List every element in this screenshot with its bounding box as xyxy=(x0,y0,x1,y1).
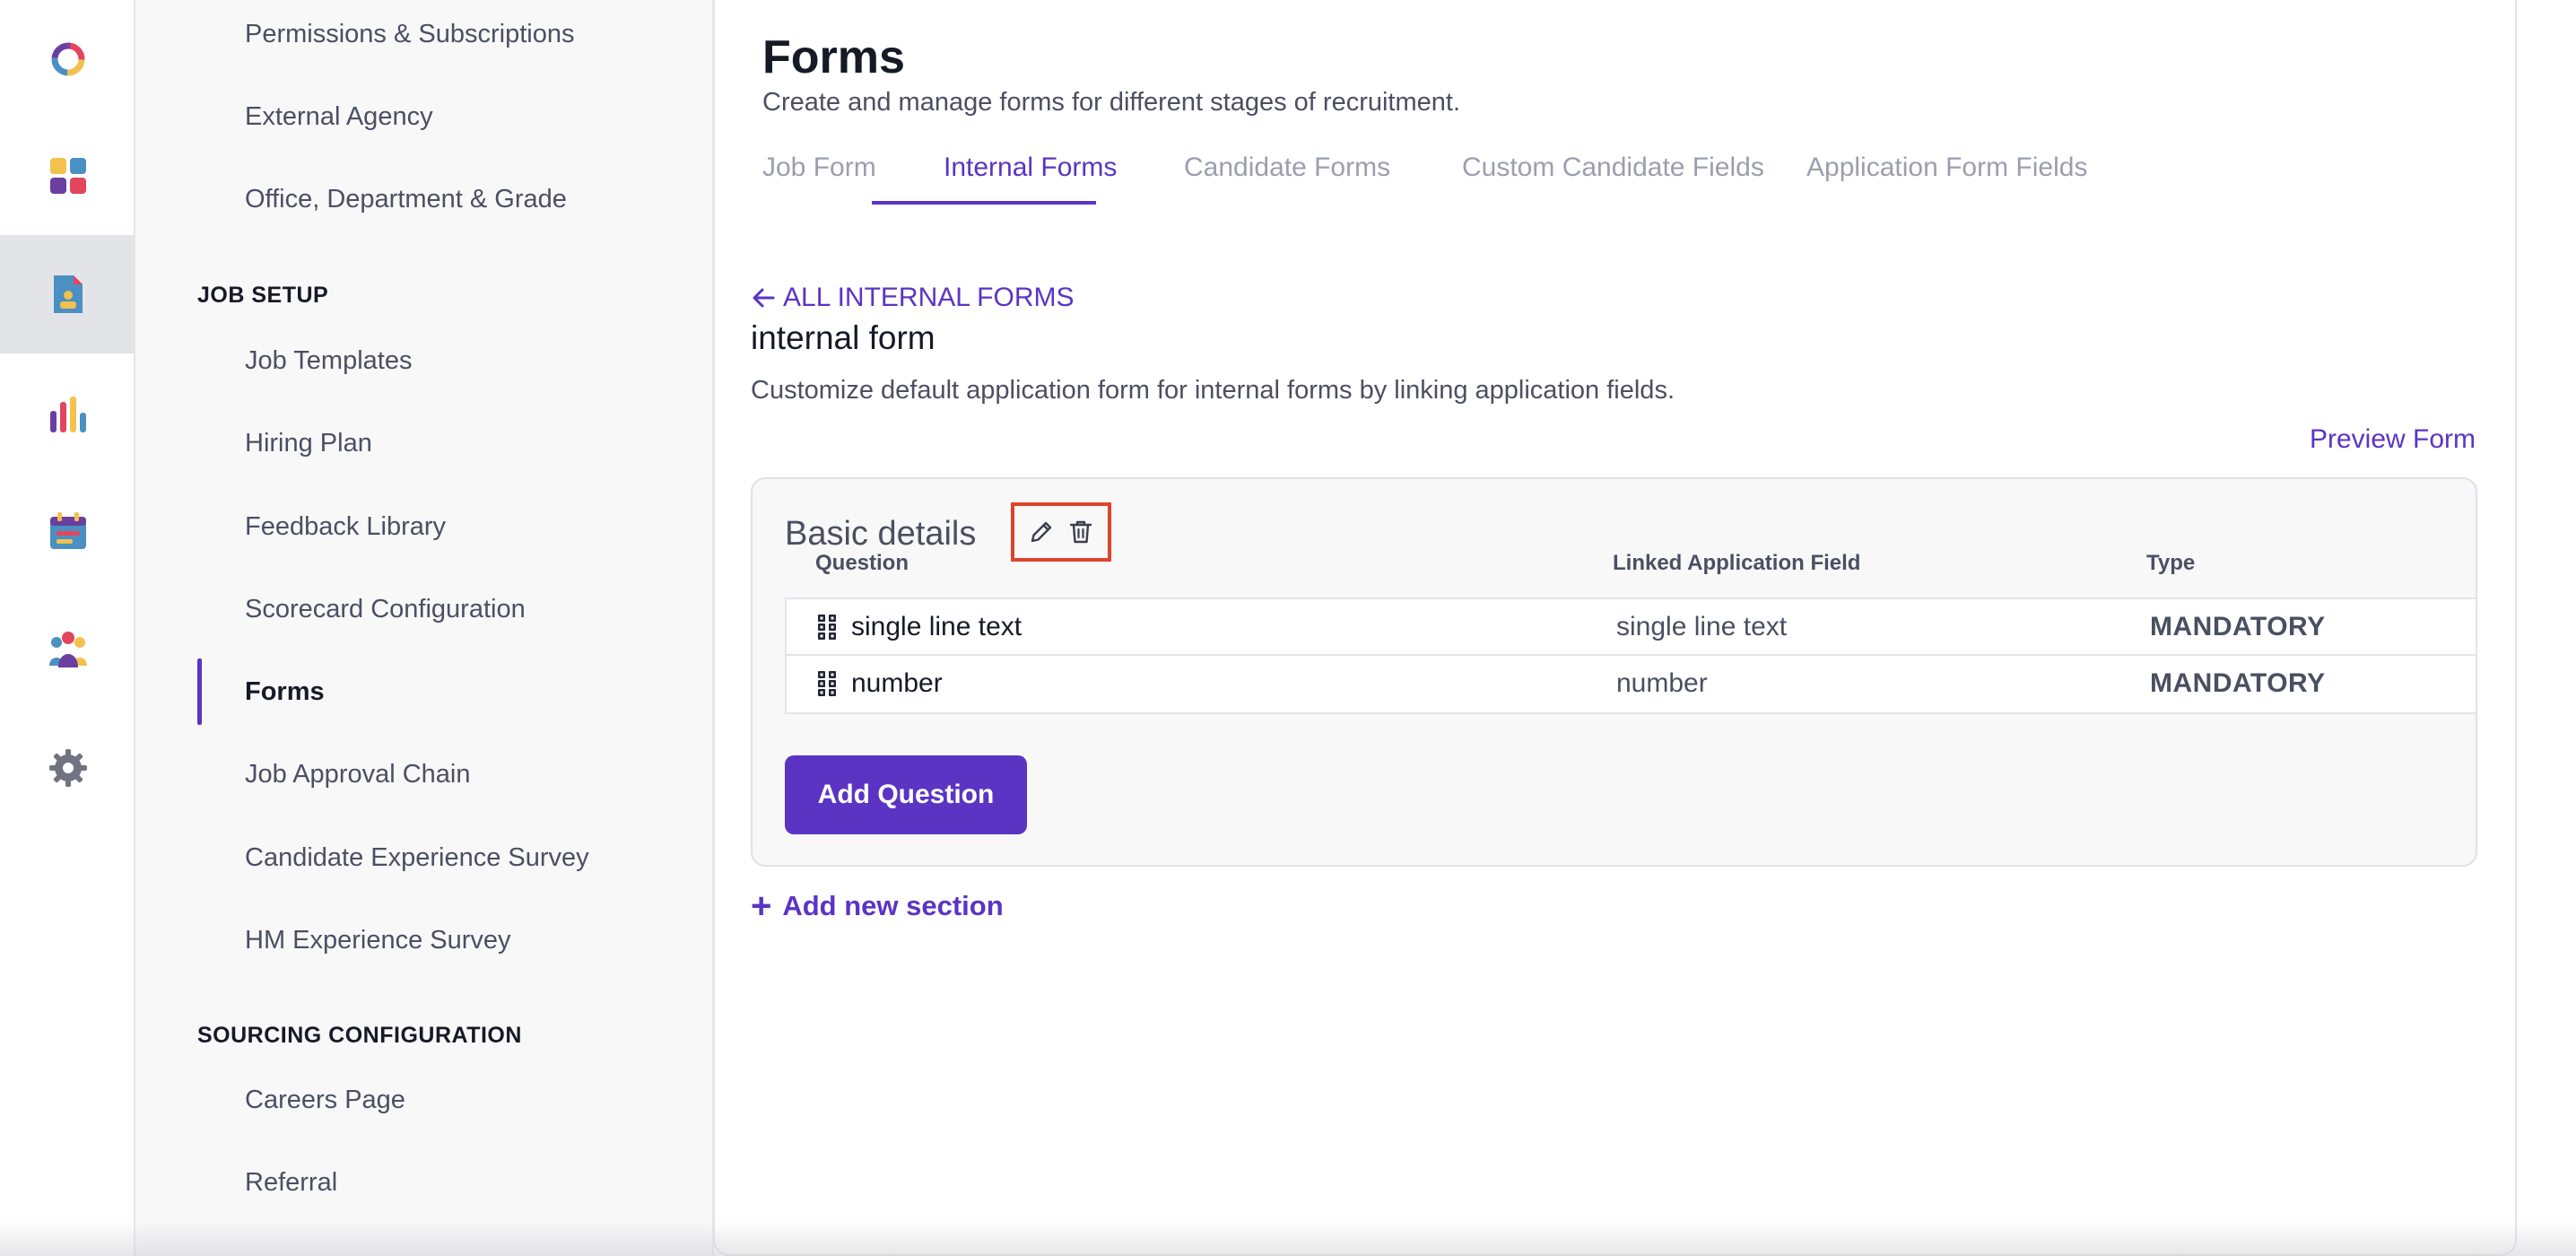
page-title: Forms xyxy=(762,31,905,83)
table-row[interactable]: single line text single line text MANDAT… xyxy=(785,597,2477,656)
rail-analytics[interactable] xyxy=(0,355,135,474)
nav-item-candidate-experience-survey[interactable]: Candidate Experience Survey xyxy=(245,840,589,876)
nav-active-indicator xyxy=(197,659,202,725)
active-tab-underline xyxy=(872,201,1096,205)
question-text: number xyxy=(851,668,943,698)
app-icon-rail xyxy=(0,0,135,1256)
nav-item-hiring-plan[interactable]: Hiring Plan xyxy=(245,425,372,461)
nav-item-external-agency[interactable]: External Agency xyxy=(245,99,433,135)
linked-field: number xyxy=(1616,668,1708,698)
table-row[interactable]: number number MANDATORY xyxy=(785,656,2477,714)
linked-field: single line text xyxy=(1616,612,1788,641)
form-section-basic-details: Basic details Question Linked Applicatio… xyxy=(751,477,2477,867)
question-type: MANDATORY xyxy=(2150,668,2326,698)
drag-handle-icon[interactable] xyxy=(817,670,837,697)
rail-jobs[interactable] xyxy=(0,235,135,353)
app-logo-icon xyxy=(51,42,84,76)
pencil-icon xyxy=(1031,521,1052,543)
settings-sidebar: Permissions & Subscriptions External Age… xyxy=(135,0,714,1256)
form-description: Customize default application form for i… xyxy=(751,376,1675,405)
back-to-all-internal-forms-link[interactable]: ALL INTERNAL FORMS xyxy=(751,280,1075,316)
nav-item-referral[interactable]: Referral xyxy=(245,1164,337,1200)
plus-icon: + xyxy=(751,886,772,926)
forms-panel: Forms Create and manage forms for differ… xyxy=(713,0,2517,1256)
delete-section-button[interactable] xyxy=(1065,516,1097,548)
add-new-section-link[interactable]: + Add new section xyxy=(751,886,1004,926)
rail-calendar[interactable] xyxy=(0,472,135,590)
rail-dashboard[interactable] xyxy=(0,117,135,235)
back-link-label: ALL INTERNAL FORMS xyxy=(783,283,1075,312)
nav-heading-sourcing-configuration: SOURCING CONFIGURATION xyxy=(197,1023,522,1048)
rail-people[interactable] xyxy=(0,590,135,709)
form-name: internal form xyxy=(751,319,936,356)
analytics-chart-icon xyxy=(49,397,86,432)
question-text: single line text xyxy=(851,612,1023,641)
column-header-linked-application-field: Linked Application Field xyxy=(1613,551,1861,575)
trash-icon xyxy=(1069,520,1092,544)
tab-internal-forms[interactable]: Internal Forms xyxy=(944,145,1117,190)
tab-application-form-fields[interactable]: Application Form Fields xyxy=(1806,145,2087,190)
app-logo[interactable] xyxy=(0,0,135,118)
nav-item-feedback-library[interactable]: Feedback Library xyxy=(245,509,446,545)
drag-handle-icon[interactable] xyxy=(817,614,837,641)
add-new-section-label: Add new section xyxy=(782,890,1004,921)
preview-form-link[interactable]: Preview Form xyxy=(2310,422,2476,458)
nav-item-scorecard-configuration[interactable]: Scorecard Configuration xyxy=(245,591,526,627)
add-question-button[interactable]: Add Question xyxy=(785,755,1027,834)
column-header-type: Type xyxy=(2146,551,2196,575)
nav-item-hm-experience-survey[interactable]: HM Experience Survey xyxy=(245,922,511,958)
edit-section-button[interactable] xyxy=(1025,516,1057,548)
nav-item-job-templates[interactable]: Job Templates xyxy=(245,343,412,379)
nav-heading-job-setup: JOB SETUP xyxy=(197,283,329,308)
nav-item-office-department-grade[interactable]: Office, Department & Grade xyxy=(245,181,567,217)
tab-candidate-forms[interactable]: Candidate Forms xyxy=(1184,145,1390,190)
rail-settings[interactable] xyxy=(0,709,135,827)
dashboard-icon xyxy=(49,158,86,194)
tab-custom-candidate-fields[interactable]: Custom Candidate Fields xyxy=(1462,145,1764,190)
nav-item-job-approval-chain[interactable]: Job Approval Chain xyxy=(245,756,471,792)
page-subtitle: Create and manage forms for different st… xyxy=(762,88,1461,117)
nav-item-careers-page[interactable]: Careers Page xyxy=(245,1082,405,1118)
questions-table: single line text single line text MANDAT… xyxy=(785,597,2477,714)
gear-icon xyxy=(48,749,87,787)
calendar-icon xyxy=(49,512,86,549)
arrow-left-icon xyxy=(753,288,775,308)
nav-item-permissions-subscriptions[interactable]: Permissions & Subscriptions xyxy=(245,16,574,52)
nav-item-forms[interactable]: Forms xyxy=(245,674,325,710)
jobs-document-icon xyxy=(53,275,83,313)
people-icon xyxy=(48,632,87,667)
section-actions-highlight xyxy=(1011,502,1111,562)
question-type: MANDATORY xyxy=(2150,612,2326,641)
column-header-question: Question xyxy=(815,551,909,575)
tab-job-form[interactable]: Job Form xyxy=(762,145,876,190)
